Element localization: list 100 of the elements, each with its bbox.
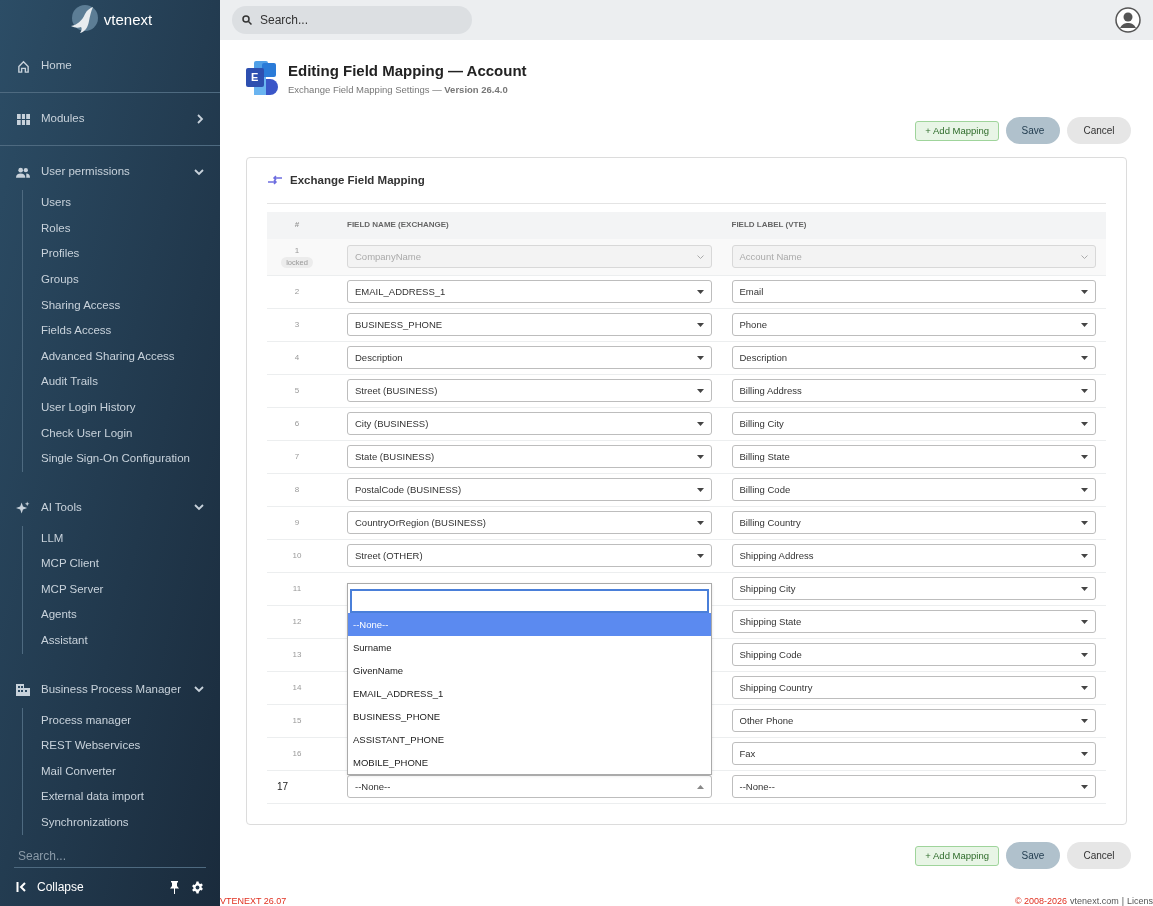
- save-button[interactable]: Save: [1006, 841, 1060, 869]
- column-header: #: [293, 219, 301, 232]
- select-field[interactable]: PostalCode (BUSINESS): [347, 478, 712, 502]
- sidebar-subitem[interactable]: Check User Login: [41, 420, 220, 446]
- sidebar-subitem[interactable]: Assistant: [41, 627, 220, 654]
- search-field[interactable]: Search...: [232, 6, 472, 34]
- select-field[interactable]: Billing City: [731, 412, 1096, 436]
- select-field[interactable]: Shipping Code: [731, 643, 1096, 667]
- dropdown-option[interactable]: GivenName: [348, 659, 711, 683]
- cancel-button[interactable]: Cancel: [1067, 116, 1131, 144]
- caret-down-icon: [1081, 388, 1088, 393]
- select-field[interactable]: Phone: [731, 313, 1096, 337]
- add-mapping-button[interactable]: + Add Mapping: [915, 120, 999, 141]
- select-field[interactable]: Billing State: [731, 445, 1096, 469]
- collapse-icon[interactable]: [16, 882, 26, 892]
- page-subtitle: Exchange Field Mapping Settings — Version 26.4.0: [288, 82, 509, 97]
- select-field[interactable]: Billing Address: [731, 379, 1096, 403]
- pin-icon[interactable]: [169, 880, 180, 894]
- chevron-down-icon: [1081, 254, 1088, 259]
- select-field[interactable]: Billing Code: [731, 478, 1096, 502]
- sidebar-subitem[interactable]: LLM: [41, 525, 220, 552]
- select-field[interactable]: City (BUSINESS): [347, 412, 712, 436]
- select-field[interactable]: --None--: [347, 775, 712, 799]
- settings-icon[interactable]: [191, 880, 204, 894]
- sidebar-item[interactable]: Modules: [41, 110, 186, 128]
- sidebar-subitem[interactable]: Single Sign-On Configuration: [41, 445, 220, 472]
- select-field[interactable]: Description: [731, 346, 1096, 370]
- dropdown-option[interactable]: EMAIL_ADDRESS_1: [348, 682, 711, 706]
- select-field[interactable]: Email: [731, 280, 1096, 304]
- add-mapping-button[interactable]: + Add Mapping: [915, 845, 999, 866]
- chevron-down-icon: [696, 254, 704, 259]
- dropdown-option[interactable]: Surname: [348, 636, 711, 660]
- sidebar-subitem[interactable]: User Login History: [41, 394, 220, 421]
- dropdown-option[interactable]: ASSISTANT_PHONE: [348, 728, 711, 752]
- caret-down-icon: [696, 388, 704, 393]
- copyright-text: © 2008-2026: [1014, 896, 1068, 906]
- cancel-button[interactable]: Cancel: [1067, 841, 1131, 869]
- collapse-button[interactable]: Collapse: [37, 878, 158, 896]
- select-field[interactable]: CountryOrRegion (BUSINESS): [347, 511, 712, 535]
- select-field[interactable]: EMAIL_ADDRESS_1: [347, 280, 712, 304]
- sidebar-subitem[interactable]: External data import: [41, 784, 220, 810]
- sidebar-subitem[interactable]: Audit Trails: [41, 369, 220, 395]
- sidebar-subitem[interactable]: Groups: [41, 266, 220, 293]
- select-field[interactable]: Description: [347, 346, 712, 370]
- row-number: 6: [294, 417, 300, 430]
- logo-text: vtenext: [103, 9, 153, 30]
- select-field[interactable]: Other Phone: [731, 709, 1096, 733]
- sidebar-item[interactable]: Business Process Manager: [41, 680, 183, 699]
- caret-down-icon: [1081, 619, 1088, 624]
- save-button[interactable]: Save: [1006, 116, 1060, 144]
- sidebar-subitem[interactable]: Agents: [41, 602, 220, 628]
- sidebar-subitem[interactable]: Synchronizations: [41, 809, 220, 836]
- sidebar-subitem[interactable]: MCP Client: [41, 551, 220, 577]
- row-number: 2: [294, 285, 300, 298]
- sidebar-subitem[interactable]: Sharing Access: [41, 292, 220, 318]
- select-field[interactable]: Shipping City: [731, 577, 1096, 601]
- sidebar-search-field[interactable]: Search...: [14, 845, 206, 868]
- dropdown-option[interactable]: MOBILE_PHONE: [348, 751, 711, 775]
- sidebar-subitem[interactable]: MCP Server: [41, 576, 220, 603]
- row-number: 13: [292, 648, 302, 661]
- dropdown-search-field[interactable]: [350, 589, 709, 614]
- sidebar-item[interactable]: Home: [41, 57, 204, 75]
- caret-down-icon: [696, 355, 704, 360]
- license-link[interactable]: Licens: [1127, 896, 1153, 906]
- select-field[interactable]: Fax: [731, 742, 1096, 766]
- select-field: Account Name: [731, 245, 1096, 269]
- sidebar-subitem[interactable]: Advanced Sharing Access: [41, 343, 220, 370]
- sidebar-subitem[interactable]: Roles: [41, 215, 220, 242]
- sidebar-item[interactable]: AI Tools: [41, 498, 183, 517]
- column-header: FIELD LABEL (VTE): [731, 219, 808, 232]
- sidebar-item[interactable]: User permissions: [41, 163, 183, 181]
- caret-down-icon: [1081, 289, 1088, 294]
- row-number: 4: [294, 351, 300, 364]
- select-field[interactable]: Shipping Address: [731, 544, 1096, 568]
- select-field[interactable]: --None--: [731, 775, 1096, 799]
- caret-down-icon: [1081, 784, 1088, 789]
- select-field[interactable]: Billing Country: [731, 511, 1096, 535]
- card-title: Exchange Field Mapping: [290, 172, 425, 188]
- caret-down-icon: [696, 289, 704, 294]
- arrows-icon: [267, 175, 283, 186]
- select-field[interactable]: Shipping Country: [731, 676, 1096, 700]
- row-number: 9: [294, 516, 300, 529]
- sidebar-subitem[interactable]: Users: [41, 190, 220, 216]
- select-field[interactable]: BUSINESS_PHONE: [347, 313, 712, 337]
- caret-down-icon: [1081, 355, 1088, 360]
- caret-down-icon: [696, 454, 704, 459]
- sidebar-subitem[interactable]: Process manager: [41, 707, 220, 734]
- sidebar-subitem[interactable]: Fields Access: [41, 317, 220, 344]
- site-link[interactable]: vtenext.com: [1070, 896, 1119, 906]
- select-field[interactable]: Street (OTHER): [347, 544, 712, 568]
- row-number: 5: [294, 384, 300, 397]
- select-field[interactable]: State (BUSINESS): [347, 445, 712, 469]
- dropdown-option[interactable]: BUSINESS_PHONE: [348, 705, 711, 729]
- select-field: CompanyName: [347, 245, 712, 269]
- select-field[interactable]: Street (BUSINESS): [347, 379, 712, 403]
- sidebar-subitem[interactable]: Profiles: [41, 241, 220, 267]
- select-field[interactable]: Shipping State: [731, 610, 1096, 634]
- sidebar-subitem[interactable]: Mail Converter: [41, 758, 220, 785]
- user-avatar-icon[interactable]: [1115, 7, 1141, 33]
- sidebar-subitem[interactable]: REST Webservices: [41, 733, 220, 759]
